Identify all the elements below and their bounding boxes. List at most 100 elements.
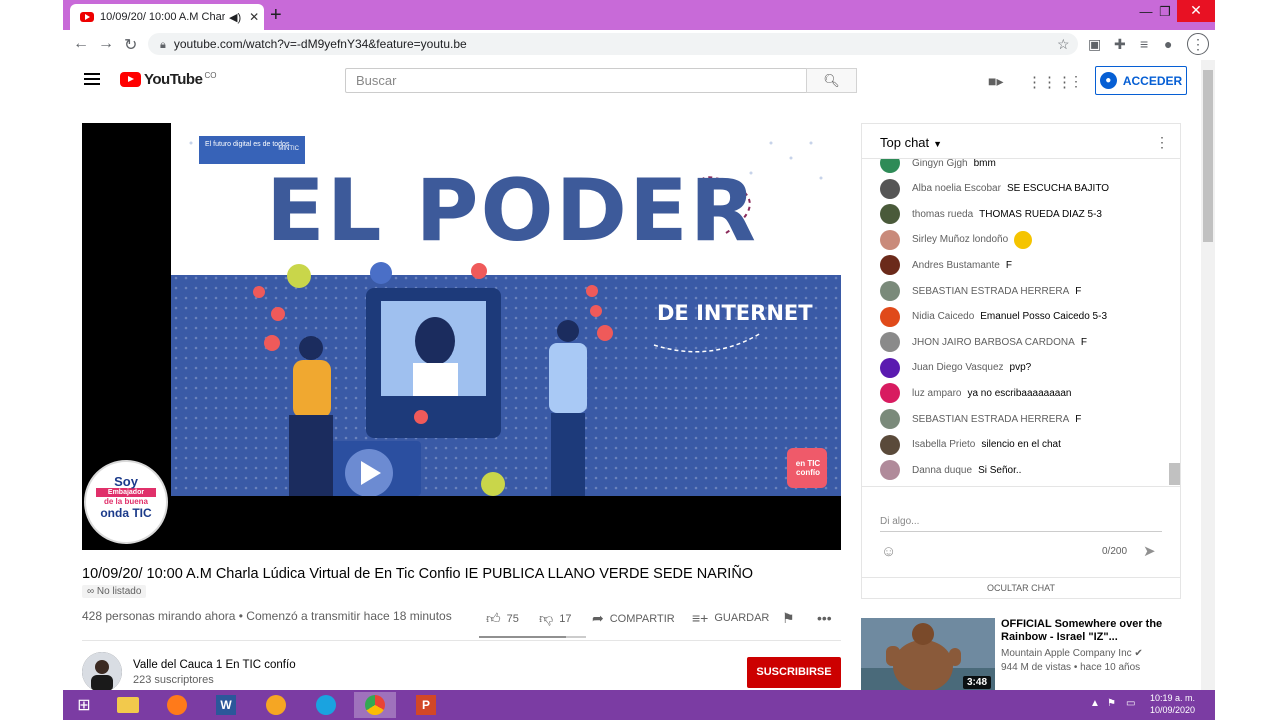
chat-author-avatar[interactable] — [880, 357, 900, 378]
chat-author-name[interactable]: Juan Diego Vasquez — [912, 362, 1004, 373]
recommended-meta: 944 M de vistas • hace 10 años — [1001, 662, 1141, 673]
chat-author-avatar[interactable] — [880, 460, 900, 481]
clock-date: 10/09/2020 — [1150, 705, 1196, 715]
signin-button[interactable]: ● ACCEDER — [1095, 66, 1187, 95]
chat-author-name[interactable]: Nidia Caicedo — [912, 311, 974, 322]
chat-author-name[interactable]: JHON JAIRO BARBOSA CARDONA — [912, 337, 1075, 348]
url-field[interactable]: 🔒︎ youtube.com/watch?v=-dM9yefnY34&featur… — [148, 33, 1078, 55]
ministry-badge-tag: MINTIC — [278, 146, 299, 152]
playlist-add-icon: ≡+ — [692, 610, 709, 626]
chat-author-avatar[interactable] — [880, 229, 900, 250]
media-control-icon[interactable]: ≡ — [1140, 36, 1148, 52]
tray-expand-icon[interactable]: ▲ — [1090, 698, 1100, 709]
browser-menu-icon[interactable]: ⋮ — [1187, 33, 1209, 55]
hamburger-menu-icon[interactable] — [84, 73, 100, 85]
taskbar-edge[interactable] — [305, 692, 347, 718]
window-close-button[interactable]: ✕ — [1177, 0, 1215, 22]
firefox-icon — [167, 695, 187, 715]
chat-author-avatar[interactable] — [880, 159, 900, 173]
back-icon[interactable]: ← — [73, 35, 89, 53]
browser-tab[interactable]: 10/09/20/ 10:00 A.M Charla L ◀︎) ✕ — [70, 4, 264, 30]
video-player[interactable]: El futuro digital es de todos MINTIC EL … — [82, 123, 841, 550]
profile-icon[interactable]: ● — [1164, 36, 1172, 52]
chat-author-name[interactable]: Alba noelia Escobar — [912, 183, 1001, 194]
like-count: 75 — [506, 612, 519, 625]
taskbar-file-explorer[interactable] — [107, 692, 149, 718]
tab-close-icon[interactable]: ✕ — [249, 10, 259, 24]
apps-grid-icon[interactable]: ⋮⋮⋮ — [1027, 73, 1072, 91]
search-input[interactable]: Buscar — [345, 68, 807, 93]
chat-author-avatar[interactable] — [880, 383, 900, 404]
hide-chat-button[interactable]: OCULTAR CHAT — [862, 577, 1180, 598]
chat-author-name[interactable]: Sirley Muñoz londoño — [912, 234, 1008, 245]
account-icon: ● — [1099, 72, 1117, 89]
chat-author-name[interactable]: Isabella Prieto — [912, 439, 975, 450]
reload-icon[interactable]: ↻ — [124, 35, 137, 55]
taskbar-powerpoint[interactable]: P — [405, 692, 447, 718]
chat-author-name[interactable]: SEBASTIAN ESTRADA HERRERA — [912, 414, 1069, 425]
chat-author-avatar[interactable] — [880, 306, 900, 327]
chat-author-name[interactable]: thomas rueda — [912, 209, 973, 220]
action-center-flag-icon[interactable]: ⚑ — [1107, 698, 1116, 709]
chrome-icon — [365, 695, 385, 715]
forward-icon[interactable]: → — [98, 35, 114, 53]
chat-author-avatar[interactable] — [880, 178, 900, 199]
new-tab-button[interactable]: + — [270, 4, 282, 26]
more-actions-button[interactable]: ••• — [817, 610, 838, 626]
chat-author-avatar[interactable] — [880, 434, 900, 455]
chat-more-icon[interactable]: ⋮ — [1155, 134, 1169, 151]
dropdown-arrow-icon: ▼ — [933, 139, 943, 149]
chat-author-name[interactable]: SEBASTIAN ESTRADA HERRERA — [912, 286, 1069, 297]
divider — [82, 640, 841, 641]
chat-message: JHON JAIRO BARBOSA CARDONA F — [880, 332, 1087, 353]
youtube-play-logo-icon — [120, 72, 141, 87]
chat-author-avatar[interactable] — [880, 204, 900, 225]
subscribe-button[interactable]: SUSCRIBIRSE — [747, 657, 841, 688]
taskbar-app-headphones[interactable] — [255, 692, 297, 718]
taskbar-word[interactable]: W — [205, 692, 247, 718]
channel-avatar[interactable] — [82, 652, 122, 692]
chat-author-avatar[interactable] — [880, 281, 900, 301]
audio-playing-icon[interactable]: ◀︎) — [229, 11, 241, 24]
extension-icon[interactable]: ▣ — [1088, 36, 1101, 53]
chat-mode-selector[interactable]: Top chat ▼ — [880, 135, 942, 150]
network-icon[interactable]: ▭ — [1126, 698, 1135, 709]
page-scrollbar-thumb[interactable] — [1203, 70, 1213, 242]
chat-author-name[interactable]: Andres Bustamante — [912, 260, 1000, 271]
chat-author-name[interactable]: Danna duque — [912, 465, 972, 476]
youtube-logo[interactable]: YouTube CO — [120, 71, 216, 88]
search-button[interactable]: 🔍︎ — [806, 68, 857, 93]
channel-name[interactable]: Valle del Cauca 1 En TIC confío — [133, 659, 296, 671]
save-button[interactable]: ≡+ GUARDAR — [692, 610, 769, 626]
chat-author-avatar[interactable] — [880, 332, 900, 353]
create-video-icon[interactable]: ■▸ — [988, 73, 1003, 90]
country-code: CO — [204, 71, 217, 80]
like-button[interactable]: 👍︎ 75 — [486, 610, 519, 627]
bookmark-star-icon[interactable]: ☆ — [1057, 36, 1070, 53]
chat-message-text: F — [1075, 413, 1082, 425]
taskbar-firefox[interactable] — [156, 692, 198, 718]
chat-author-name[interactable]: luz amparo — [912, 388, 961, 399]
chat-message: Nidia Caicedo Emanuel Posso Caicedo 5-3 — [880, 306, 1107, 327]
taskbar-clock[interactable]: 10:19 a. m. 10/09/2020 — [1150, 692, 1195, 716]
chat-author-avatar[interactable] — [880, 409, 900, 429]
taskbar-chrome[interactable] — [354, 692, 396, 718]
settings-more-icon[interactable]: ⋮ — [1069, 73, 1083, 90]
restore-button[interactable]: ❐ — [1150, 4, 1180, 20]
send-icon[interactable]: ➤ — [1143, 542, 1156, 560]
recommended-title[interactable]: OFFICIAL Somewhere over the Rainbow - Is… — [1001, 618, 1181, 644]
chat-scrollbar[interactable] — [1169, 463, 1180, 485]
chat-message-text: pvp? — [1009, 362, 1032, 374]
chat-author-name[interactable]: Gingyn Gjgh — [912, 159, 968, 169]
dislike-button[interactable]: 👎︎ 17 — [539, 610, 571, 627]
share-button[interactable]: ➦ COMPARTIR — [592, 610, 675, 627]
chat-input[interactable]: Di algo... — [880, 516, 919, 527]
puzzle-extensions-icon[interactable]: ✚ — [1114, 36, 1126, 53]
start-button[interactable]: ⊞ — [63, 692, 105, 718]
chat-message-list[interactable]: Gingyn Gjgh bmm Alba noelia Escobar SE ESCU… — [862, 159, 1180, 485]
emoji-icon[interactable]: ☺ — [881, 543, 896, 560]
more-horiz-icon: ••• — [817, 610, 832, 626]
chat-message-text: silencio en el chat — [981, 439, 1061, 451]
chat-author-avatar[interactable] — [880, 255, 900, 276]
report-button[interactable]: ⚑ — [782, 610, 801, 627]
